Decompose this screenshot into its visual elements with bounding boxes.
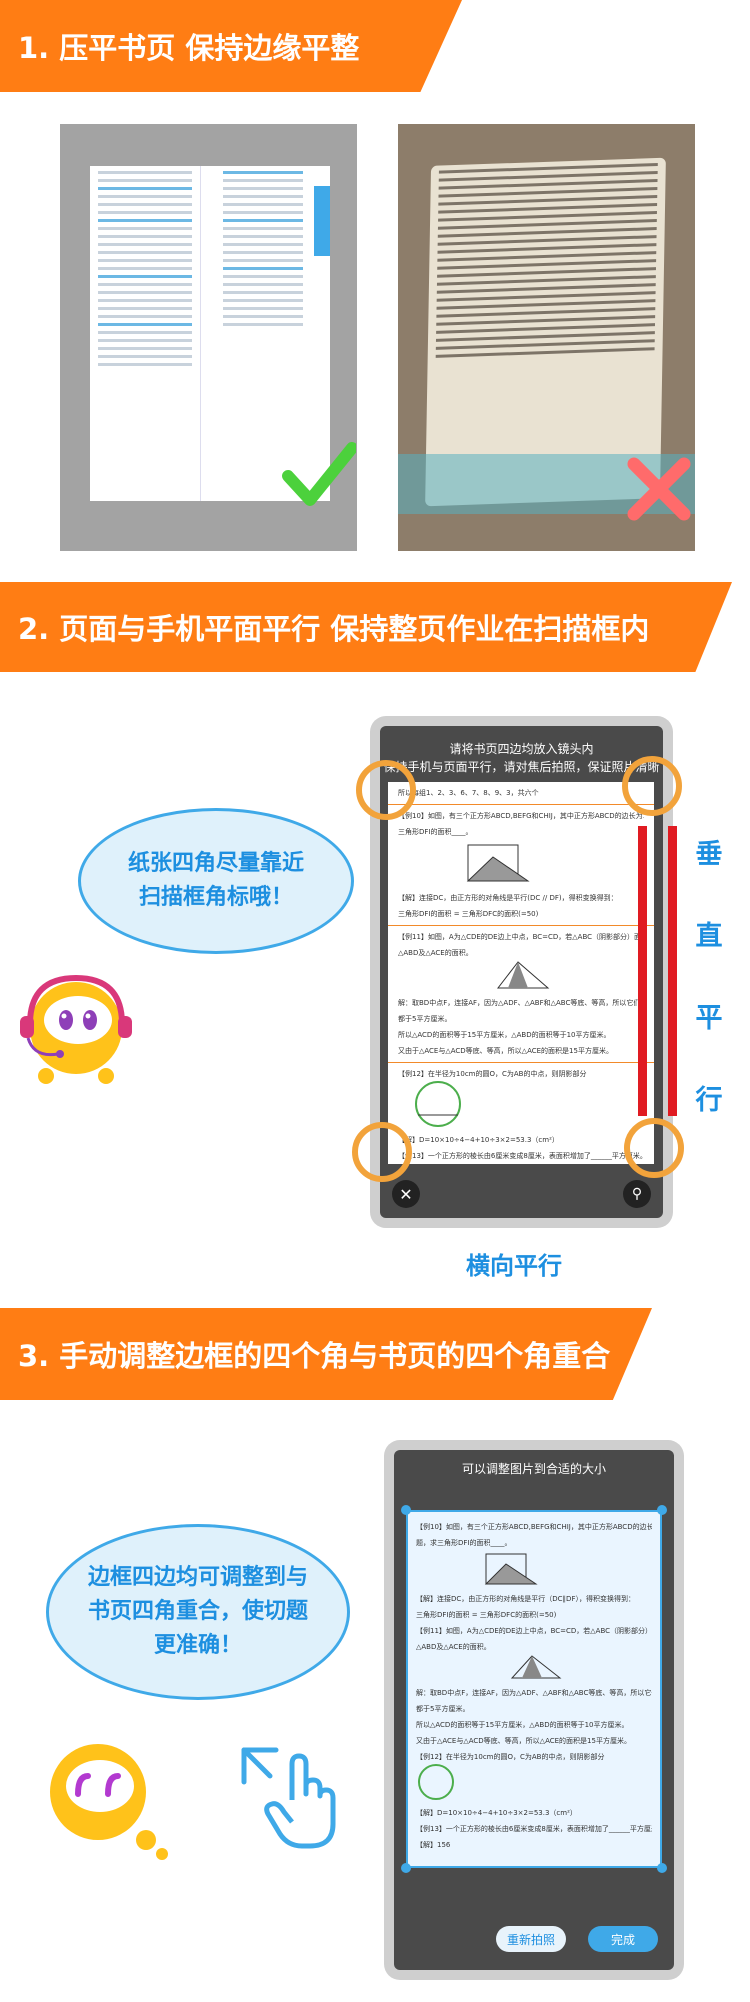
camera-hint-line1: 请将书页四边均放入镜头内 (449, 742, 594, 756)
paper-line: 又由于△ACE与△ACD等底、等高，所以△ACE的面积是15平方厘米。 (398, 1047, 613, 1055)
done-button[interactable]: 完成 (588, 1926, 658, 1952)
bubble-text-line3: 更准确！ (153, 1633, 242, 1658)
paper-line: 三角形DFI的面积____。 (398, 828, 473, 836)
close-camera-button[interactable]: ✕ (392, 1180, 420, 1208)
step-2-banner: 2. 页面与手机平面平行 保持整页作业在扫描框内 (0, 582, 732, 672)
vertical-label-char: 行 (695, 1085, 723, 1116)
vertical-label-char: 平 (695, 1003, 723, 1034)
step-1-title: 1. 压平书页 保持边缘平整 (18, 31, 360, 65)
phone-frame-step3: 可以调整图片到合适的大小 【例10】如图，有三个正方形ABCD,BEFG和CHI… (384, 1440, 684, 1980)
crop-screen: 可以调整图片到合适的大小 【例10】如图，有三个正方形ABCD,BEFG和CHI… (394, 1450, 674, 1970)
speech-bubble-step3: 边框四边均可调整到与 书页四角重合，使切题 更准确！ (46, 1524, 350, 1700)
step-3-banner: 3. 手动调整边框的四个角与书页的四个角重合 (0, 1308, 652, 1400)
retake-button[interactable]: 重新拍照 (496, 1926, 566, 1952)
crop-handle-bottom-right[interactable] (657, 1863, 667, 1873)
paper-line: 解：取BD中点F，连接AF，因为△ADF、△ABF和△ABC等底、等高，所以它们… (398, 999, 644, 1007)
crop-handle-top-left[interactable] (401, 1505, 411, 1515)
speech-bubble-step2: 纸张四角尽量靠近 扫描框角标哦！ (78, 808, 354, 954)
triangle-figure (496, 961, 550, 989)
close-icon: ✕ (399, 1184, 413, 1204)
bad-example-photo (398, 124, 695, 551)
check-icon (282, 442, 356, 506)
paper-line: 【解】D=10×10÷4−4+10÷3×2=53.3（cm²） (398, 1136, 559, 1144)
bubble-text-line2: 扫描框角标哦！ (138, 885, 293, 910)
camera-screen: 请将书页四边均放入镜头内 保持手机与页面平行，请对焦后拍照，保证照片清晰 所以每… (380, 726, 663, 1218)
bubble-text-line1: 纸张四角尽量靠近 (127, 851, 304, 876)
mascot-with-headset (20, 974, 132, 1084)
corner-marker-bottom-right (624, 1118, 684, 1178)
crop-frame[interactable] (406, 1510, 662, 1868)
corner-marker-top-right (622, 756, 682, 816)
flashlight-button[interactable]: ⚲ (623, 1180, 651, 1208)
geometry-figure (466, 844, 530, 882)
crop-handle-top-right[interactable] (657, 1505, 667, 1515)
paper-line: 【例10】如图，有三个正方形ABCD,BEFG和CHIJ，其中正方形ABCD的边… (398, 812, 644, 820)
paper-line: 【例13】一个正方形的棱长由6厘米变成8厘米，表面积增加了______平方厘米。 (398, 1152, 644, 1160)
paper-line: 都于5平方厘米。 (398, 1015, 452, 1023)
bubble-text-line2: 书页四角重合，使切题 (87, 1599, 308, 1624)
cross-icon (627, 457, 691, 521)
drag-hand-icon (241, 1747, 336, 1849)
step-2-title: 2. 页面与手机平面平行 保持整页作业在扫描框内 (18, 612, 650, 646)
paper-line: 【例11】如图，A为△CDE的DE边上中点，BC=CD，若△ABC（阴影部分）面… (398, 933, 644, 941)
vertical-parallel-line-2 (668, 826, 677, 1116)
mascot-happy (50, 1744, 168, 1860)
step-3-title: 3. 手动调整边框的四个角与书页的四个角重合 (18, 1339, 611, 1373)
horizontal-parallel-label: 横向平行 (466, 1252, 562, 1280)
circle-figure (415, 1081, 461, 1127)
paper-line: 所以△ACD的面积等于15平方厘米，△ABD的面积等于10平方厘米。 (398, 1031, 611, 1039)
paper-line: 所以每组1、2、3、6、7、8、9、3，共六个 (398, 789, 539, 797)
vertical-parallel-line-1 (638, 826, 647, 1116)
corner-marker-top-left (356, 760, 416, 820)
flashlight-icon: ⚲ (631, 1186, 643, 1202)
crop-handle-bottom-left[interactable] (401, 1863, 411, 1873)
paper-line: 【解】连接DC，由正方形的对角线是平行(DC // DF)，得积变换得到： (398, 894, 618, 902)
corner-marker-bottom-left (352, 1122, 412, 1182)
camera-hint-line2: 保持手机与页面平行，请对焦后拍照，保证照片清晰 (383, 760, 660, 774)
step-1-banner: 1. 压平书页 保持边缘平整 (0, 0, 462, 92)
crop-header: 可以调整图片到合适的大小 (461, 1462, 606, 1476)
vertical-label-char: 直 (695, 921, 723, 952)
paper-line: △ABD及△ACE的面积。 (398, 949, 473, 957)
scanned-paper-step2: 所以每组1、2、3、6、7、8、9、3，共六个 【例10】如图，有三个正方形AB… (388, 782, 654, 1164)
paper-line: 三角形DFI的面积 = 三角形DFC的面积(=50) (398, 910, 539, 918)
paper-line: 【例12】在半径为10cm的圆O，C为AB的中点，则阴影部分 (398, 1070, 587, 1078)
good-example-photo (60, 124, 357, 551)
vertical-label-char: 垂 (695, 839, 723, 870)
bubble-text-line1: 边框四边均可调整到与 (87, 1565, 308, 1590)
